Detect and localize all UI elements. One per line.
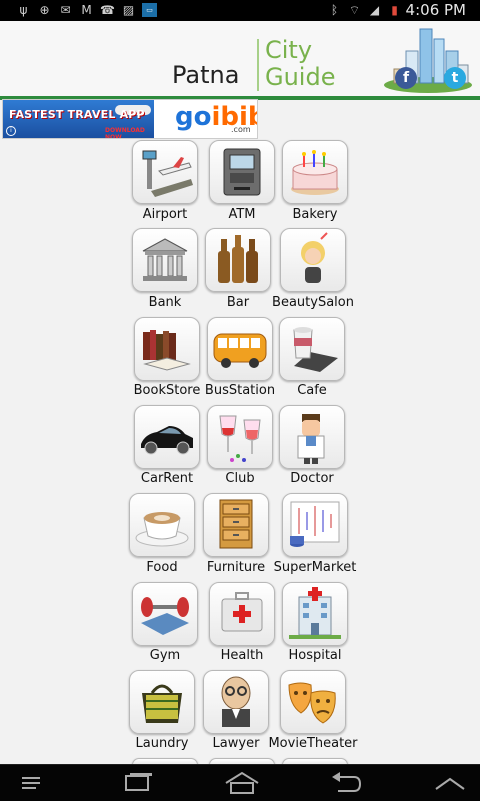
- menu-icon[interactable]: [18, 771, 58, 795]
- category-label: Doctor: [290, 471, 334, 486]
- category-cafe[interactable]: [279, 317, 345, 381]
- category-beauty-salon[interactable]: [280, 228, 346, 292]
- no-image-icon: ▨: [122, 3, 135, 17]
- ad-left-panel: FASTEST TRAVEL APP DOWNLOAD NOW i: [3, 100, 154, 138]
- ad-brand-part1: go: [175, 102, 212, 132]
- signal-icon: ◢: [369, 3, 380, 17]
- wine-glasses-icon: [219, 415, 261, 462]
- category-car-rent[interactable]: [134, 405, 200, 469]
- category-label: SuperMarket: [273, 560, 357, 575]
- market-chart-icon: [290, 501, 340, 547]
- gps-icon: ⊕: [39, 3, 50, 17]
- category-hospital[interactable]: [282, 582, 348, 646]
- app-title-line2: Guide: [265, 63, 336, 91]
- category-movie-theater[interactable]: [280, 670, 346, 734]
- laundry-icon: [142, 684, 182, 723]
- notification-icons: ψ ⊕ ✉ M ☎ ▨ ▭: [16, 3, 157, 17]
- cake-icon: [291, 150, 339, 195]
- app-notification-icon: ▭: [142, 3, 157, 17]
- collapse-icon[interactable]: [430, 771, 470, 795]
- bank-icon: [142, 238, 188, 281]
- category-label: MovieTheater: [268, 736, 358, 751]
- bus-icon: [213, 333, 267, 368]
- first-aid-icon: [221, 592, 263, 632]
- hospital-icon: [289, 587, 341, 639]
- category-airport[interactable]: [132, 140, 198, 204]
- category-bookstore[interactable]: [134, 317, 200, 381]
- gmail-icon: M: [81, 3, 92, 17]
- wifi-icon: ⌔: [348, 3, 361, 17]
- facebook-icon[interactable]: f: [395, 67, 417, 89]
- missed-call-icon: ☎: [100, 3, 115, 17]
- category-label: Cafe: [297, 383, 327, 398]
- category-lawyer[interactable]: [203, 670, 269, 734]
- category-bar[interactable]: [205, 228, 271, 292]
- books-icon: [143, 330, 191, 371]
- city-name: Patna: [172, 61, 240, 89]
- doctor-icon: [297, 414, 325, 464]
- category-gym[interactable]: [132, 582, 198, 646]
- drawer-cabinet-icon: [219, 499, 253, 549]
- clock: 4:06 PM: [405, 1, 466, 19]
- ad-info-icon[interactable]: i: [6, 126, 16, 136]
- category-atm[interactable]: [209, 140, 275, 204]
- system-icons: ᛒ ⌔ ◢ ▮: [327, 3, 402, 17]
- ad-brand-suffix: .com: [231, 125, 251, 134]
- category-health[interactable]: [209, 582, 275, 646]
- bluetooth-icon: ᛒ: [330, 3, 339, 17]
- dumbbell-icon: [141, 597, 189, 635]
- recent-apps-icon[interactable]: [118, 771, 158, 795]
- mail-icon: ✉: [60, 3, 71, 17]
- car-icon: [141, 426, 193, 455]
- category-laundry[interactable]: [129, 670, 195, 734]
- header-divider: [257, 39, 259, 91]
- back-icon[interactable]: [326, 771, 366, 795]
- category-label: Hospital: [288, 648, 342, 663]
- category-club[interactable]: [207, 405, 273, 469]
- category-bakery[interactable]: [282, 140, 348, 204]
- cappuccino-icon: [135, 512, 189, 547]
- theater-masks-icon: [288, 682, 336, 724]
- status-bar: ψ ⊕ ✉ M ☎ ▨ ▭ ᛒ ⌔ ◢ ▮ 4:06 PM: [0, 0, 480, 21]
- ad-banner[interactable]: FASTEST TRAVEL APP DOWNLOAD NOW i goibib…: [2, 99, 258, 139]
- salon-woman-icon: [301, 232, 328, 283]
- battery-icon: ▮: [391, 3, 398, 17]
- app-title-line1: City: [265, 36, 313, 64]
- category-label: BeautySalon: [272, 295, 354, 310]
- atm-icon: [223, 148, 261, 196]
- category-food[interactable]: [129, 493, 195, 557]
- home-icon[interactable]: [222, 771, 262, 795]
- ad-headline: FASTEST TRAVEL APP: [9, 108, 145, 121]
- category-super-market[interactable]: [282, 493, 348, 557]
- twitter-icon[interactable]: t: [444, 67, 466, 89]
- category-doctor[interactable]: [279, 405, 345, 469]
- lawyer-icon: [221, 676, 251, 727]
- category-label: Bakery: [292, 207, 338, 222]
- app-title: City Guide: [265, 37, 335, 91]
- category-furniture[interactable]: [203, 493, 269, 557]
- usb-icon: ψ: [19, 3, 28, 17]
- airport-icon: [142, 150, 193, 197]
- beer-bottles-icon: [218, 235, 258, 283]
- app-header: Patna City Guide f t: [0, 21, 480, 100]
- category-bank[interactable]: [132, 228, 198, 292]
- category-bus-station[interactable]: [207, 317, 273, 381]
- navigation-bar: [0, 764, 480, 801]
- coffee-cup-icon: [293, 327, 338, 372]
- ad-cta: DOWNLOAD NOW: [105, 127, 145, 139]
